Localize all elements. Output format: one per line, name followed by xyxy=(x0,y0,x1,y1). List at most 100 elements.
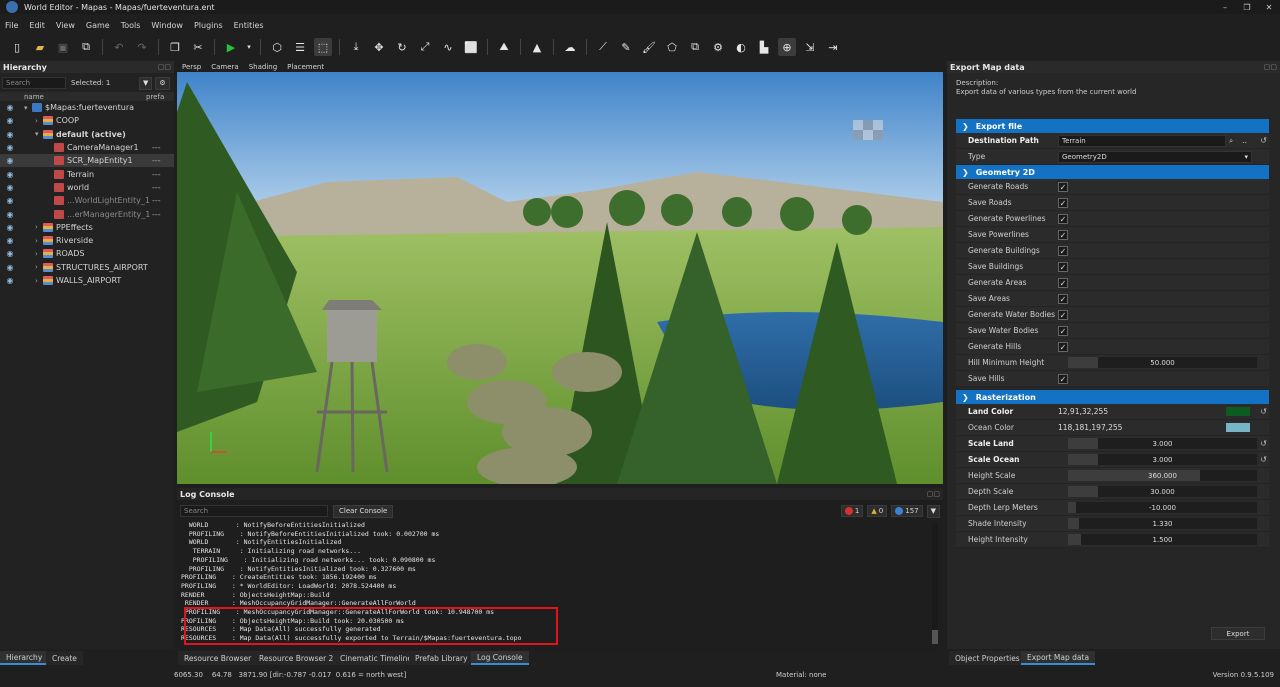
menu-game[interactable]: Game xyxy=(86,21,110,30)
panel-controls-icon[interactable]: ▢▢ xyxy=(927,490,940,498)
polygon-icon[interactable]: ⬠ xyxy=(663,38,681,56)
expand-arrow-icon[interactable]: › xyxy=(35,263,43,271)
tab-prefab-library[interactable]: Prefab Library xyxy=(409,651,474,665)
visibility-eye-icon[interactable]: ◉ xyxy=(0,103,20,112)
error-filter-button[interactable]: 1 xyxy=(840,505,864,517)
viewport-persp-tab[interactable]: Persp xyxy=(182,63,201,71)
paint-icon[interactable]: 🖌 xyxy=(640,38,658,56)
option-checkbox[interactable]: ✓ xyxy=(1058,309,1068,320)
value-slider[interactable]: 3.000 xyxy=(1068,454,1257,465)
hierarchy-item[interactable]: ◉ › ROADS xyxy=(0,247,174,260)
open-folder-icon[interactable]: ▰ xyxy=(31,38,49,56)
section-export-file[interactable]: ❯ Export file xyxy=(956,119,1269,133)
reset-icon[interactable]: ↺ xyxy=(1260,439,1267,448)
console-filter-icon[interactable]: ▼ xyxy=(926,504,940,518)
hierarchy-item[interactable]: ◉ ▾ default (active) xyxy=(0,128,174,141)
drop-to-ground-icon[interactable]: ⤓ xyxy=(347,38,365,56)
value-slider[interactable]: 3.000 xyxy=(1068,438,1257,449)
expand-arrow-icon[interactable]: ▾ xyxy=(35,130,43,138)
visibility-eye-icon[interactable]: ◉ xyxy=(0,196,20,205)
rotate-icon[interactable]: ↻ xyxy=(393,38,411,56)
play-icon[interactable]: ▶ xyxy=(222,38,240,56)
export-out-icon[interactable]: ⇥ xyxy=(824,38,842,56)
panel-controls-icon[interactable]: ▢▢ xyxy=(158,63,171,71)
land-color-swatch[interactable] xyxy=(1226,407,1250,416)
console-search-input[interactable]: Search xyxy=(180,505,328,517)
hierarchy-item[interactable]: ◉ › STRUCTURES_AIRPORT xyxy=(0,261,174,274)
menu-plugins[interactable]: Plugins xyxy=(194,21,223,30)
visibility-eye-icon[interactable]: ◉ xyxy=(0,263,20,272)
visibility-eye-icon[interactable]: ◉ xyxy=(0,143,20,152)
visibility-eye-icon[interactable]: ◉ xyxy=(0,116,20,125)
vertex-icon[interactable]: ▲ xyxy=(528,38,546,56)
hierarchy-item[interactable]: ◉ Terrain --- xyxy=(0,167,174,180)
save-hills-checkbox[interactable]: ✓ xyxy=(1058,373,1068,384)
option-checkbox[interactable]: ✓ xyxy=(1058,229,1068,240)
cut-icon[interactable]: ✂ xyxy=(189,38,207,56)
visibility-eye-icon[interactable]: ◉ xyxy=(0,249,20,258)
tab-hierarchy[interactable]: Hierarchy xyxy=(0,651,49,665)
prefab-brush-icon[interactable]: ✎ xyxy=(617,38,635,56)
undo-icon[interactable]: ↶ xyxy=(110,38,128,56)
hierarchy-item[interactable]: ◉ CameraManager1 --- xyxy=(0,141,174,154)
menu-file[interactable]: File xyxy=(5,21,18,30)
hierarchy-item[interactable]: ◉ › WALLS_AIRPORT xyxy=(0,274,174,287)
move-icon[interactable]: ✥ xyxy=(370,38,388,56)
warning-filter-button[interactable]: ▲ 0 xyxy=(867,505,888,517)
play-dropdown-icon[interactable]: ▾ xyxy=(245,38,253,56)
redo-icon[interactable]: ↷ xyxy=(133,38,151,56)
expand-arrow-icon[interactable]: › xyxy=(35,250,43,258)
section-geometry-2d[interactable]: ❯ Geometry 2D xyxy=(956,165,1269,179)
layers-icon[interactable]: ☰ xyxy=(291,38,309,56)
cube-icon[interactable]: ⬡ xyxy=(268,38,286,56)
visibility-eye-icon[interactable]: ◉ xyxy=(0,156,20,165)
gears-icon[interactable]: ⚙ xyxy=(709,38,727,56)
expand-arrow-icon[interactable]: › xyxy=(35,117,43,125)
menu-edit[interactable]: Edit xyxy=(29,21,45,30)
option-checkbox[interactable]: ✓ xyxy=(1058,245,1068,256)
visibility-eye-icon[interactable]: ◉ xyxy=(0,130,20,139)
cityscape-icon[interactable]: ▙ xyxy=(755,38,773,56)
viewport-shading-tab[interactable]: Shading xyxy=(249,63,277,71)
hierarchy-item[interactable]: ◉ › COOP xyxy=(0,114,174,127)
hierarchy-item[interactable]: ◉ › Riverside xyxy=(0,234,174,247)
more-options-icon[interactable]: ‥ xyxy=(1242,136,1247,145)
console-scrollbar-thumb[interactable] xyxy=(932,630,938,644)
menu-tools[interactable]: Tools xyxy=(121,21,141,30)
info-filter-button[interactable]: 157 xyxy=(891,505,923,517)
road-icon[interactable]: ⟋ xyxy=(594,38,612,56)
hierarchy-item[interactable]: ◉ world --- xyxy=(0,181,174,194)
value-slider[interactable]: 1.330 xyxy=(1068,518,1257,529)
option-checkbox[interactable]: ✓ xyxy=(1058,325,1068,336)
save-icon[interactable]: ▣ xyxy=(54,38,72,56)
tab-object-properties[interactable]: Object Properties xyxy=(949,651,1026,665)
new-file-icon[interactable]: ▯ xyxy=(8,38,26,56)
visibility-eye-icon[interactable]: ◉ xyxy=(0,183,20,192)
option-checkbox[interactable]: ✓ xyxy=(1058,213,1068,224)
value-slider[interactable]: 360.000 xyxy=(1068,470,1257,481)
panel-controls-icon[interactable]: ▢▢ xyxy=(1264,63,1277,71)
expand-arrow-icon[interactable]: ▾ xyxy=(24,104,32,112)
tab-log-console[interactable]: Log Console xyxy=(471,651,529,665)
option-checkbox[interactable]: ✓ xyxy=(1058,261,1068,272)
select-box-icon[interactable]: ⬚ xyxy=(314,38,332,56)
tab-export-map-data[interactable]: Export Map data xyxy=(1021,651,1096,665)
minimize-button[interactable]: – xyxy=(1214,3,1236,12)
copies-icon[interactable]: ⧉ xyxy=(686,38,704,56)
menu-view[interactable]: View xyxy=(56,21,75,30)
browse-search-icon[interactable]: ⌕ xyxy=(1229,136,1233,146)
scale-icon[interactable]: ⤢ xyxy=(416,38,434,56)
visibility-eye-icon[interactable]: ◉ xyxy=(0,170,20,179)
viewport-placement-tab[interactable]: Placement xyxy=(287,63,324,71)
hierarchy-item[interactable]: ◉ › PPEffects xyxy=(0,221,174,234)
expand-arrow-icon[interactable]: › xyxy=(35,277,43,285)
hierarchy-item[interactable]: ◉ ...erManagerEntity_1 --- xyxy=(0,207,174,220)
tab-create[interactable]: Create xyxy=(46,651,83,665)
clear-console-button[interactable]: Clear Console xyxy=(333,504,394,518)
export-icon[interactable]: ⧉ xyxy=(77,38,95,56)
type-select[interactable]: Geometry2D ▾ xyxy=(1058,150,1252,163)
reset-icon[interactable]: ↺ xyxy=(1260,407,1267,416)
viewport-camera-tab[interactable]: Camera xyxy=(211,63,238,71)
visibility-eye-icon[interactable]: ◉ xyxy=(0,210,20,219)
tab-resource-browser[interactable]: Resource Browser xyxy=(178,651,258,665)
